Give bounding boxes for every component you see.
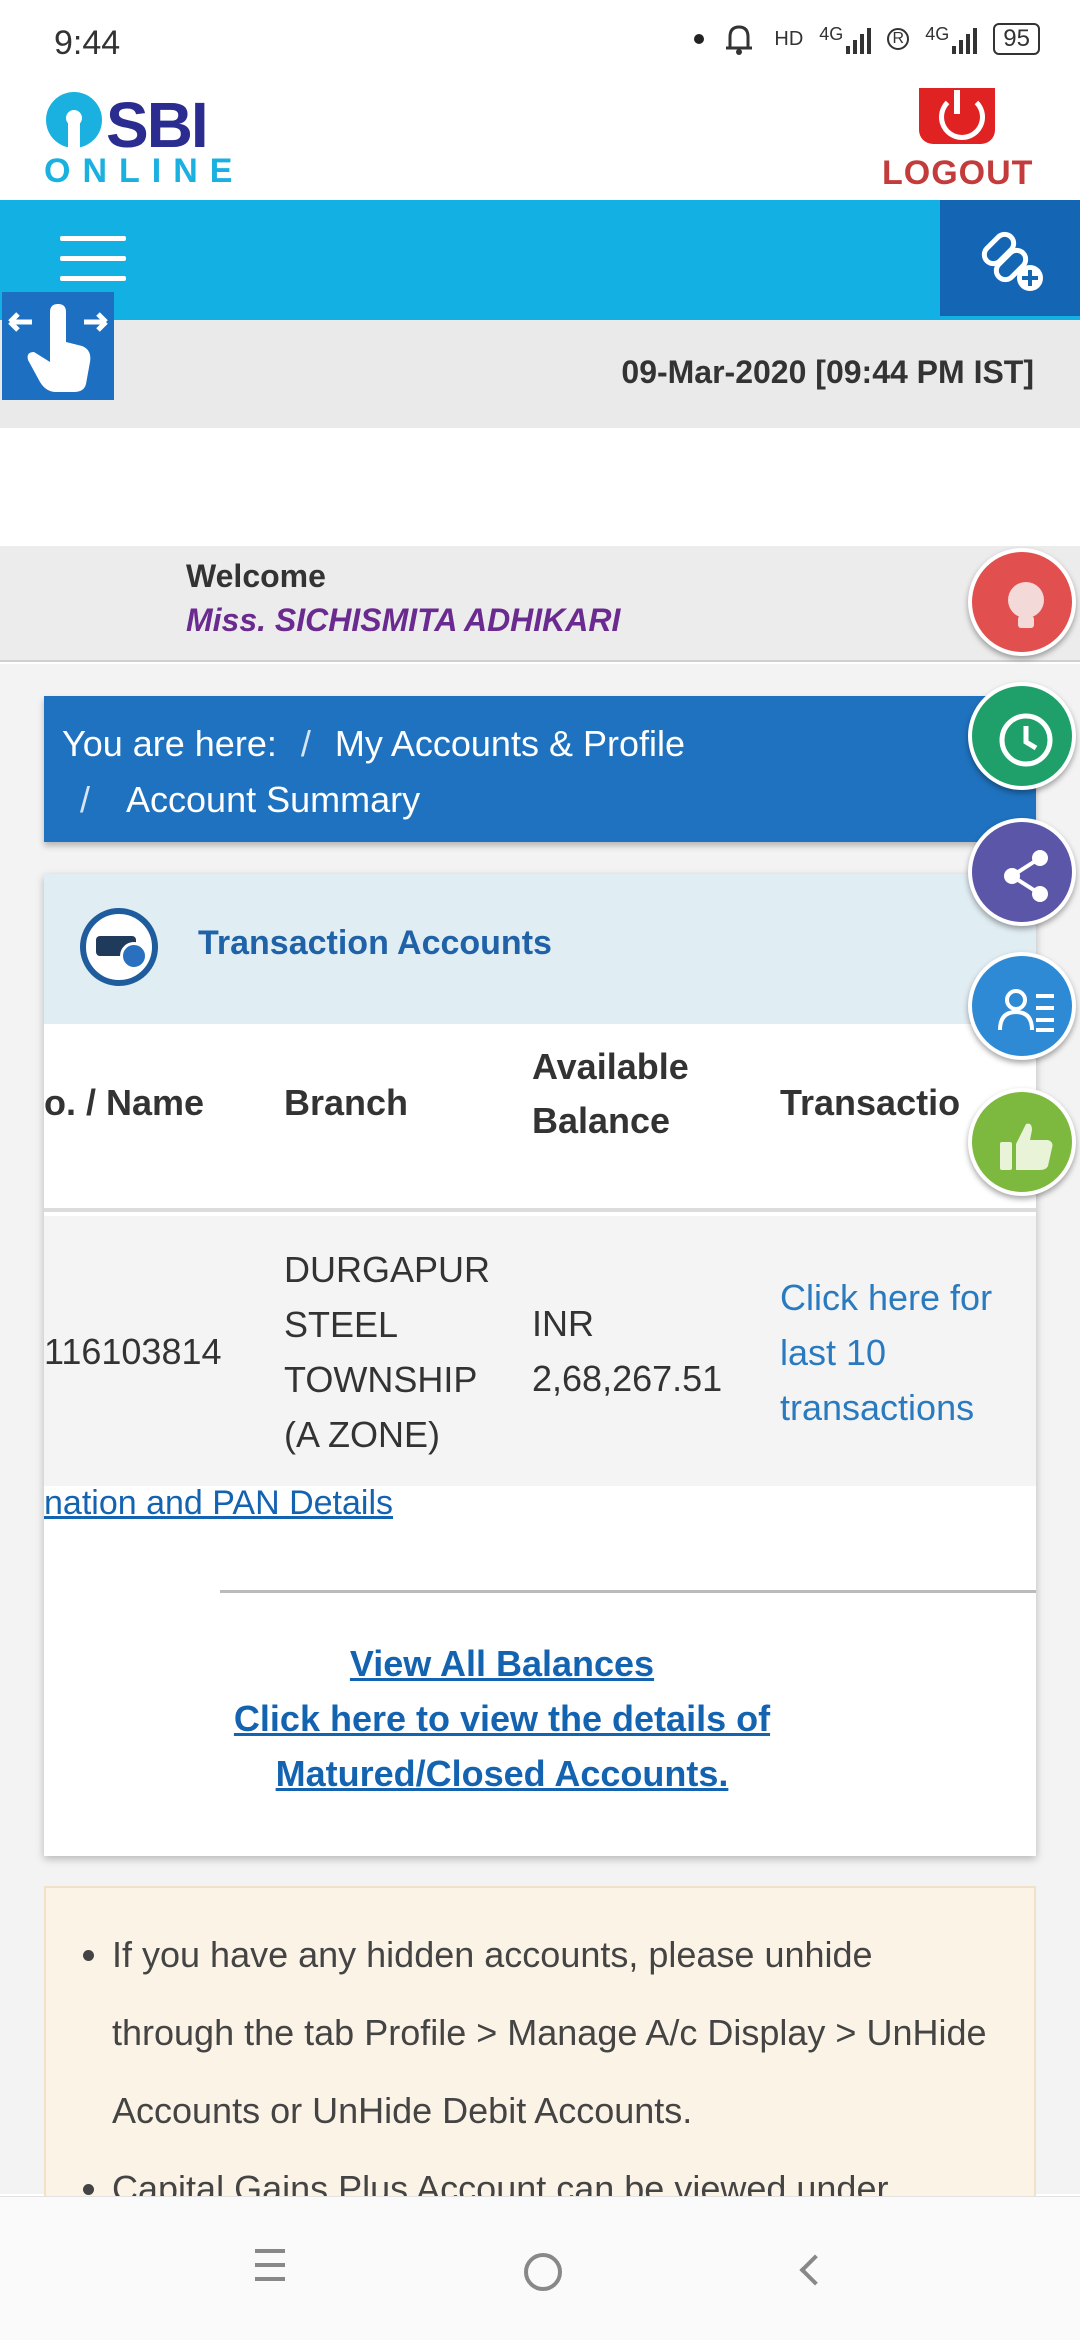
profile-form-button[interactable] (968, 952, 1076, 1060)
accounts-table-header: o. / Name Branch Available Balance Trans… (44, 1024, 1036, 1212)
branch-name: DURGAPUR STEEL TOWNSHIP (A ZONE) (284, 1249, 491, 1455)
notification-dot-icon (694, 34, 705, 44)
power-icon (919, 88, 995, 144)
sbi-keyhole-icon (46, 92, 102, 148)
history-button[interactable] (968, 682, 1076, 790)
link-add-icon (981, 231, 1043, 291)
transaction-accounts-panel: Transaction Accounts o. / Name Branch Av… (44, 874, 1036, 1856)
breadcrumb-separator: / (300, 723, 311, 764)
nomination-pan-details-link[interactable]: nation and PAN Details (44, 1484, 393, 1523)
system-nav-bar (0, 2196, 1080, 2340)
roaming-badge: R (887, 28, 910, 50)
breadcrumb-my-accounts[interactable]: My Accounts & Profile (335, 723, 685, 764)
customer-name: Miss. SICHISMITA ADHIKARI (186, 602, 621, 638)
column-transactions: Transactio (780, 1082, 961, 1123)
alarm-bell-icon (726, 25, 753, 55)
main-navbar (0, 200, 1080, 320)
network-hd-label: HD (774, 27, 804, 50)
logo-online-text: ONLINE (44, 152, 245, 190)
back-chevron-icon[interactable] (780, 2241, 840, 2301)
status-time: 9:44 (54, 24, 121, 62)
hamburger-menu-icon[interactable] (60, 236, 126, 284)
view-all-balances-link[interactable]: View All Balances (44, 1636, 960, 1691)
status-icons: HD 4G R 4G 95 (694, 22, 1040, 56)
breadcrumb-separator: / (80, 779, 91, 820)
notice-item: If you have any hidden accounts, please … (112, 1916, 1004, 2150)
logout-label: LOGOUT (882, 154, 1034, 192)
signal-2-icon: 4G (925, 24, 978, 54)
breadcrumb: You are here: / My Accounts & Profile / Acc… (44, 696, 1036, 842)
matured-closed-accounts-link[interactable]: Click here to view the details of Mature… (212, 1691, 792, 1801)
logout-button[interactable]: LOGOUT (882, 88, 1032, 196)
feedback-like-button[interactable] (968, 1088, 1076, 1196)
welcome-bar: Welcome Miss. SICHISMITA ADHIKARI (0, 546, 1080, 662)
battery-indicator: 95 (993, 23, 1040, 55)
hidden-accounts-notice: If you have any hidden accounts, please … (44, 1886, 1036, 2216)
account-number: 116103814 (44, 1331, 222, 1372)
column-branch: Branch (284, 1082, 409, 1123)
network-type-2: 4G (925, 24, 950, 44)
column-available-balance: Available Balance (532, 1046, 689, 1141)
column-account-name: o. / Name (44, 1082, 205, 1123)
available-balance: INR 2,68,267.51 (532, 1303, 723, 1399)
idea-button[interactable] (968, 548, 1076, 656)
idea-bulb-icon (1008, 582, 1044, 628)
signal-1-icon: 4G (819, 24, 872, 54)
share-icon (1004, 850, 1048, 902)
welcome-label: Welcome (186, 558, 326, 594)
recent-apps-icon[interactable] (240, 2241, 300, 2301)
site-header: SBI ONLINE LOGOUT (0, 88, 1080, 200)
sbi-logo[interactable]: SBI ONLINE (44, 88, 245, 190)
table-row: 116103814 DURGAPUR STEEL TOWNSHIP (A ZON… (44, 1216, 1036, 1486)
logo-sbi-text: SBI (106, 89, 209, 161)
home-circle-icon[interactable] (510, 2241, 570, 2301)
date-bar: 09-Mar-2020 [09:44 PM IST] (0, 320, 1080, 428)
swipe-hint-button[interactable] (2, 292, 114, 400)
session-date-time: 09-Mar-2020 [09:44 PM IST] (621, 354, 1034, 390)
quick-link-button[interactable] (940, 200, 1080, 316)
swipe-hand-icon (8, 304, 108, 392)
panel-header: Transaction Accounts (44, 874, 1036, 1024)
network-type-1: 4G (819, 24, 844, 44)
last-10-transactions-link[interactable]: Click here for last 10 transactions (780, 1270, 1020, 1435)
thumbs-up-icon (1000, 1123, 1053, 1170)
breadcrumb-prefix: You are here: (62, 723, 277, 764)
share-button[interactable] (968, 818, 1076, 926)
form-profile-icon (998, 989, 1054, 1032)
panel-links: View All Balances Click here to view the… (44, 1636, 960, 1801)
panel-divider (220, 1590, 1036, 1593)
panel-title: Transaction Accounts (198, 924, 552, 962)
history-clock-icon (999, 713, 1053, 767)
breadcrumb-account-summary: Account Summary (126, 779, 421, 820)
status-bar: 9:44 HD 4G R 4G 95 (0, 0, 1080, 88)
account-card-icon (80, 908, 158, 986)
